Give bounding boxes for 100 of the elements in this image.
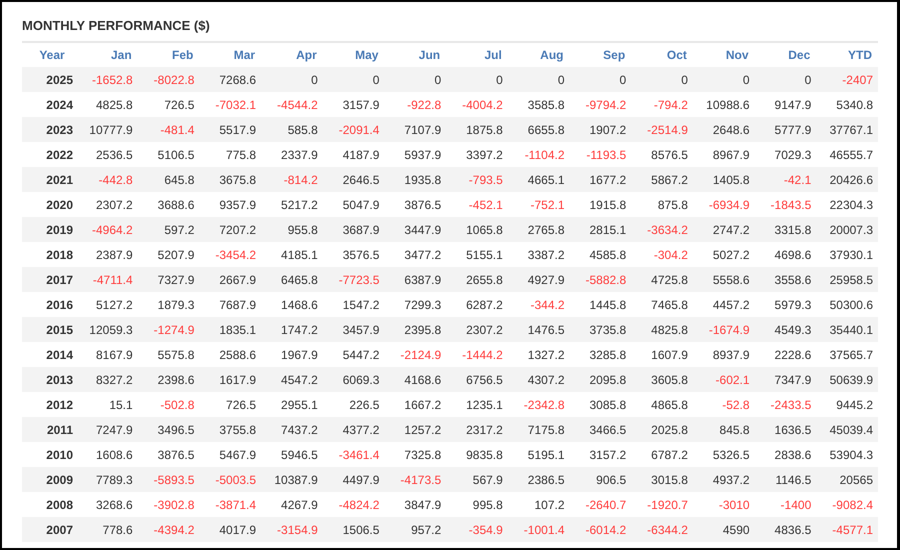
table-cell: 1879.3 (138, 292, 200, 317)
column-header: Jun (384, 42, 446, 67)
table-cell: 2010 (22, 442, 76, 467)
table-cell: 53904.3 (816, 442, 878, 467)
table-cell: -2342.8 (508, 392, 570, 417)
table-cell: 1667.2 (384, 392, 446, 417)
table-cell: 37930.1 (816, 242, 878, 267)
table-cell: 1617.9 (199, 367, 262, 392)
table-cell: 10387.9 (261, 467, 323, 492)
table-cell: 2815.1 (570, 217, 632, 242)
table-cell: 4725.8 (631, 267, 693, 292)
table-cell: -502.8 (138, 392, 200, 417)
table-cell: -1193.5 (570, 142, 632, 167)
table-cell: 7325.8 (384, 442, 446, 467)
table-cell: 5777.9 (754, 117, 816, 142)
table-cell: 6069.3 (322, 367, 384, 392)
table-cell: -8022.8 (138, 67, 200, 92)
table-cell: -3871.4 (199, 492, 262, 517)
table-cell: 3688.6 (138, 192, 200, 217)
column-header: Year (22, 42, 76, 67)
table-cell: 7687.9 (199, 292, 262, 317)
table-cell: 1476.5 (508, 317, 570, 342)
table-cell: 3687.9 (322, 217, 384, 242)
table-cell: 2588.6 (199, 342, 262, 367)
table-cell: -3454.2 (199, 242, 262, 267)
table-cell: 2955.1 (261, 392, 323, 417)
table-cell: -1920.7 (631, 492, 693, 517)
table-cell: -2407 (816, 67, 878, 92)
table-cell: 5867.2 (631, 167, 693, 192)
table-cell: 2228.6 (754, 342, 816, 367)
table-cell: 2009 (22, 467, 76, 492)
table-cell: 3675.8 (199, 167, 262, 192)
table-cell: -481.4 (138, 117, 200, 142)
table-cell: 2025 (22, 67, 76, 92)
table-cell: 4549.3 (754, 317, 816, 342)
table-cell: 3157.9 (322, 92, 384, 117)
table-cell: 0 (692, 67, 755, 92)
table-cell: 2011 (22, 417, 76, 442)
table-cell: -602.1 (692, 367, 755, 392)
table-cell: 2023 (22, 117, 76, 142)
table-cell: 2838.6 (754, 442, 816, 467)
table-cell: 2317.2 (446, 417, 508, 442)
table-cell: 2014 (22, 342, 76, 367)
table-cell: 3605.8 (631, 367, 693, 392)
table-cell: 2024 (22, 92, 76, 117)
table-cell: 0 (261, 67, 323, 92)
table-cell: 7347.9 (754, 367, 816, 392)
table-cell: 1747.2 (261, 317, 323, 342)
table-cell: 1875.8 (446, 117, 508, 142)
table-cell: 1547.2 (322, 292, 384, 317)
table-cell: 5127.2 (76, 292, 138, 317)
table-cell: 2386.5 (508, 467, 570, 492)
table-cell: 7247.9 (76, 417, 138, 442)
table-cell: 8967.9 (692, 142, 755, 167)
table-cell: 4836.5 (754, 517, 816, 542)
table-cell: 4307.2 (508, 367, 570, 392)
table-cell: -5003.5 (199, 467, 262, 492)
table-cell: 5575.8 (138, 342, 200, 367)
table-cell: 6655.8 (508, 117, 570, 142)
table-cell: 2337.9 (261, 142, 323, 167)
table-cell: 8937.9 (692, 342, 755, 367)
table-cell: 0 (322, 67, 384, 92)
table-cell: 567.9 (446, 467, 508, 492)
table-cell: 7437.2 (261, 417, 323, 442)
table-cell: 2012 (22, 392, 76, 417)
table-cell: -922.8 (384, 92, 446, 117)
table-cell: 1907.2 (570, 117, 632, 142)
table-cell: 4267.9 (261, 492, 323, 517)
column-header: Mar (199, 42, 262, 67)
table-cell: 1327.2 (508, 342, 570, 367)
table-cell: 1915.8 (570, 192, 632, 217)
table-cell: 3585.8 (508, 92, 570, 117)
table-cell: -794.2 (631, 92, 693, 117)
table-cell: 9445.2 (816, 392, 878, 417)
table-cell: 906.5 (570, 467, 632, 492)
table-cell: 3447.9 (384, 217, 446, 242)
table-cell: 8327.2 (76, 367, 138, 392)
table-cell: 7268.6 (199, 67, 262, 92)
table-cell: 2398.6 (138, 367, 200, 392)
table-cell: 50300.6 (816, 292, 878, 317)
table-cell: -442.8 (76, 167, 138, 192)
table-cell: 2008 (22, 492, 76, 517)
table-cell: 5106.5 (138, 142, 200, 167)
table-cell: -42.1 (754, 167, 816, 192)
table-cell: 46555.7 (816, 142, 878, 167)
table-cell: -2091.4 (322, 117, 384, 142)
table-cell: 5558.6 (692, 267, 755, 292)
table-cell: 226.5 (322, 392, 384, 417)
table-cell: -304.2 (631, 242, 693, 267)
table-cell: 3576.5 (322, 242, 384, 267)
table-cell: 4017.9 (199, 517, 262, 542)
table-cell: -354.9 (446, 517, 508, 542)
table-cell: 8576.5 (631, 142, 693, 167)
table-cell: 3466.5 (570, 417, 632, 442)
table-cell: 1636.5 (754, 417, 816, 442)
table-cell: -4173.5 (384, 467, 446, 492)
table-cell: 4865.8 (631, 392, 693, 417)
table-cell: 2747.2 (692, 217, 755, 242)
table-cell: -1400 (754, 492, 816, 517)
table-cell: 775.8 (199, 142, 262, 167)
